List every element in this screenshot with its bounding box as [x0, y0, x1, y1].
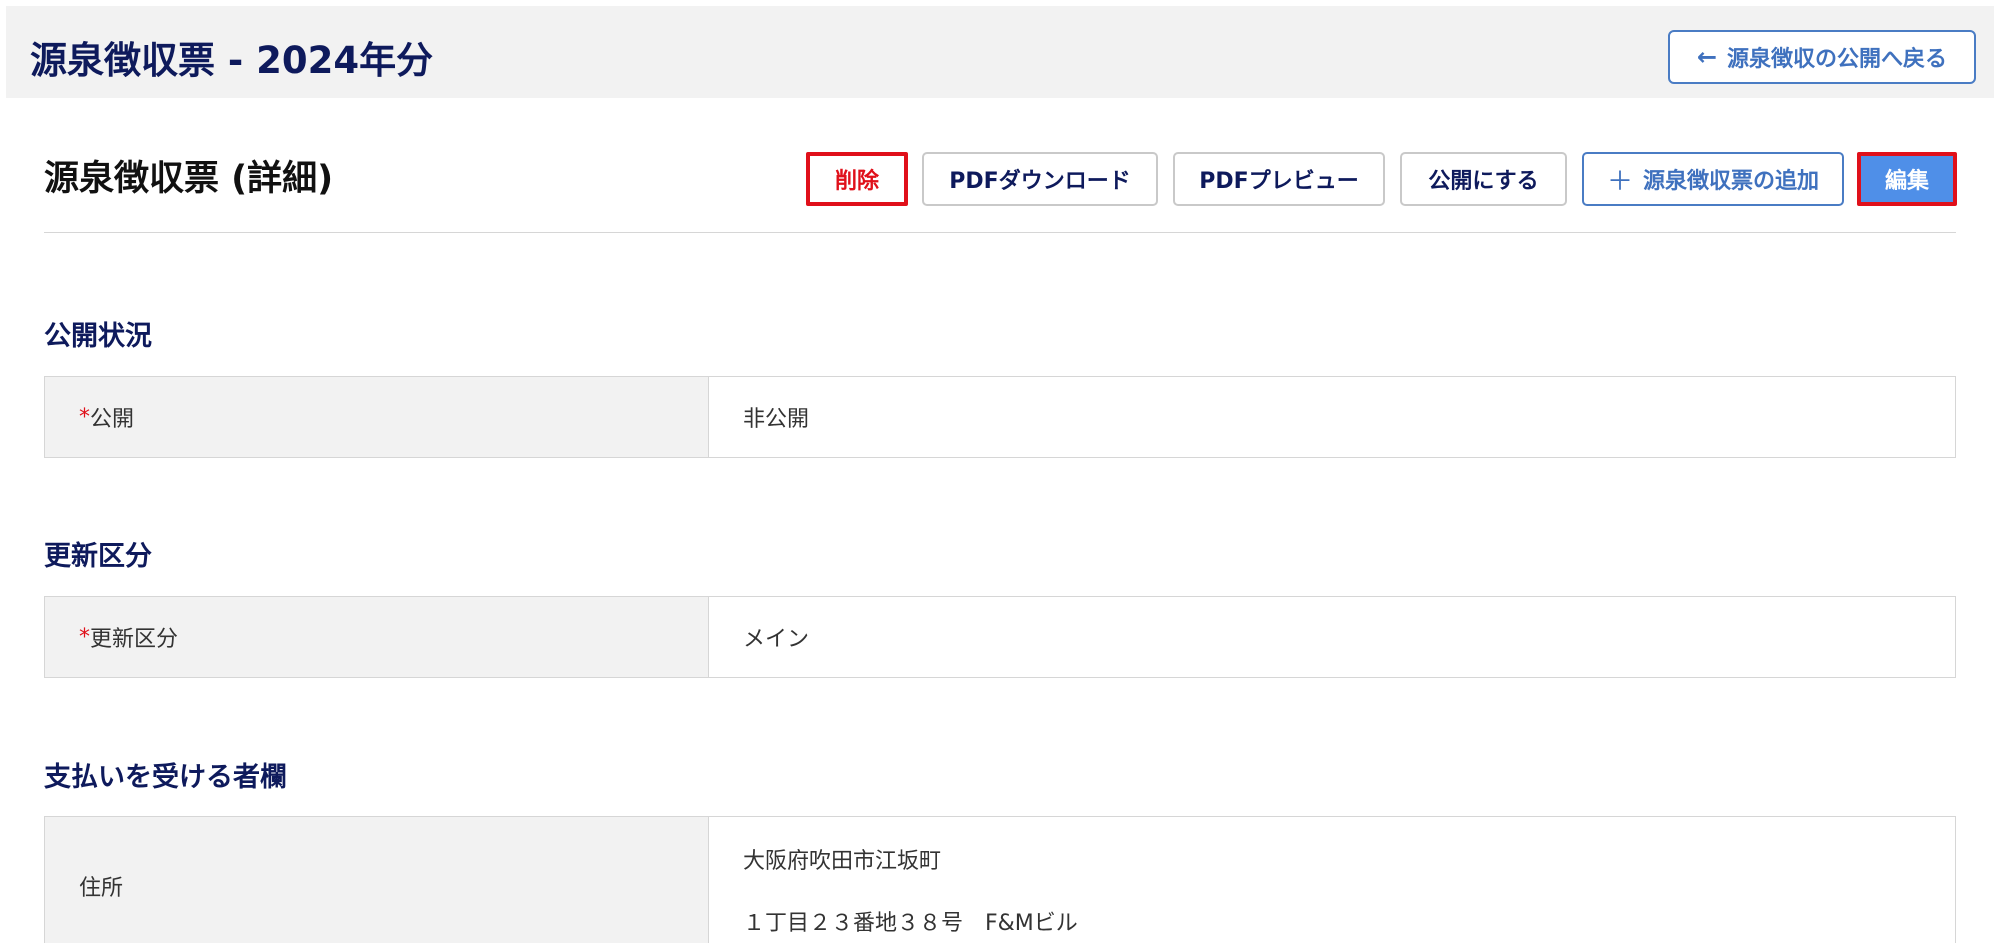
- recipient-address-row: 住所 大阪府吹田市江坂町 １丁目２３番地３８号 F&Mビル: [44, 816, 1956, 943]
- publish-label: 公開: [90, 407, 135, 432]
- pdf-preview-button[interactable]: PDFプレビュー: [1173, 152, 1385, 206]
- plus-icon: ＋: [1606, 166, 1633, 197]
- edit-button[interactable]: 編集: [1857, 152, 1957, 206]
- update-label: 更新区分: [90, 627, 179, 652]
- page-title: 源泉徴収票 - 2024年分: [30, 39, 434, 82]
- publish-button[interactable]: 公開にする: [1400, 152, 1567, 206]
- update-category-heading: 更新区分: [44, 541, 152, 572]
- back-button-label: 源泉徴収の公開へ戻る: [1727, 47, 1948, 72]
- add-withholding-slip-button[interactable]: ＋ 源泉徴収票の追加: [1582, 152, 1844, 206]
- publish-status-heading: 公開状況: [44, 321, 152, 352]
- arrow-left-icon: ←: [1696, 43, 1718, 71]
- address-line-2: １丁目２３番地３８号 F&Mビル: [743, 911, 1078, 936]
- page-header: 源泉徴収票 - 2024年分 ← 源泉徴収の公開へ戻る: [6, 6, 1994, 98]
- detail-title: 源泉徴収票 (詳細): [44, 159, 334, 199]
- pdf-download-button[interactable]: PDFダウンロード: [922, 152, 1158, 206]
- publish-status-row: * 公開 非公開: [44, 376, 1956, 458]
- back-to-publish-button[interactable]: ← 源泉徴収の公開へ戻る: [1668, 30, 1976, 84]
- required-mark: *: [79, 404, 90, 430]
- add-button-label: 源泉徴収票の追加: [1643, 169, 1820, 194]
- recipient-heading: 支払いを受ける者欄: [44, 762, 287, 793]
- address-label: 住所: [45, 817, 709, 943]
- delete-button[interactable]: 削除: [806, 152, 908, 206]
- address-line-1: 大阪府吹田市江坂町: [743, 849, 942, 874]
- address-value: 大阪府吹田市江坂町 １丁目２３番地３８号 F&Mビル: [709, 817, 1955, 943]
- publish-value: 非公開: [709, 377, 1955, 457]
- update-label-cell: * 更新区分: [45, 597, 709, 677]
- required-mark: *: [79, 624, 90, 650]
- update-category-row: * 更新区分 メイン: [44, 596, 1956, 678]
- title-divider: [44, 232, 1956, 233]
- publish-label-cell: * 公開: [45, 377, 709, 457]
- update-value: メイン: [709, 597, 1955, 677]
